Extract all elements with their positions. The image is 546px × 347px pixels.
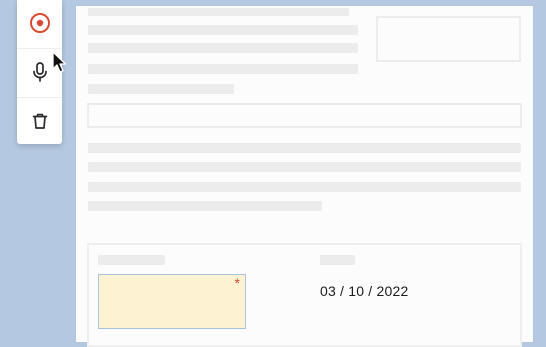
text-placeholder-line bbox=[88, 43, 358, 53]
text-placeholder-line bbox=[88, 182, 521, 192]
required-marker: * bbox=[234, 275, 240, 291]
text-placeholder-line bbox=[88, 8, 349, 16]
record-icon bbox=[29, 13, 50, 33]
record-button[interactable] bbox=[17, 0, 62, 46]
date-field-value[interactable]: 03 / 10 / 2022 bbox=[320, 283, 408, 299]
text-placeholder-line bbox=[88, 162, 521, 172]
mouse-cursor-icon bbox=[52, 51, 67, 73]
date-label-placeholder bbox=[320, 255, 355, 265]
text-placeholder-line bbox=[88, 201, 322, 211]
text-placeholder-line bbox=[88, 64, 358, 74]
text-placeholder-line bbox=[88, 25, 358, 35]
signature-field[interactable]: * bbox=[98, 274, 246, 329]
microphone-icon bbox=[32, 62, 47, 82]
signature-label-placeholder bbox=[98, 255, 165, 265]
document-page: * 03 / 10 / 2022 bbox=[76, 6, 533, 347]
logo-placeholder-box bbox=[376, 16, 521, 62]
empty-text-field[interactable] bbox=[87, 103, 522, 128]
text-placeholder-line bbox=[88, 84, 234, 94]
trash-icon bbox=[32, 113, 47, 129]
delete-button[interactable] bbox=[17, 97, 62, 144]
text-placeholder-line bbox=[88, 143, 521, 153]
